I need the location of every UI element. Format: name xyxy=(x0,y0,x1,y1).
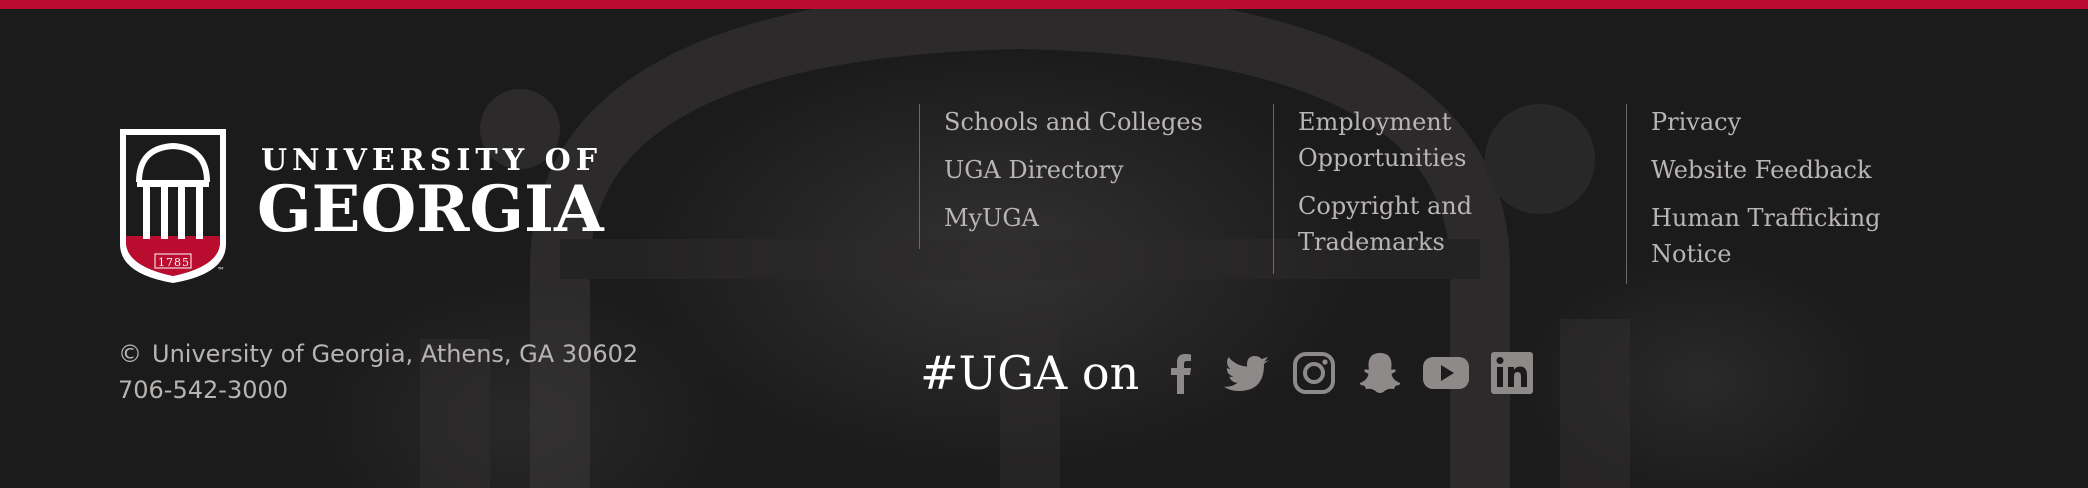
link-myuga[interactable]: MyUGA xyxy=(944,200,1203,236)
footer-links-column-1: Schools and Colleges UGA Directory MyUGA xyxy=(919,104,1203,249)
footer-address: © University of Georgia, Athens, GA 30602… xyxy=(118,336,638,408)
social-links: #UGA on xyxy=(920,338,1553,408)
link-copyright-and-trademarks-label: Copyright and Trademarks xyxy=(1298,192,1473,256)
link-employment-opportunities[interactable]: Employment Opportunities xyxy=(1298,104,1478,176)
footer-links-column-2: Employment Opportunities Copyright and T… xyxy=(1273,104,1478,274)
phone-number: 706-542-3000 xyxy=(118,376,289,404)
snapchat-icon[interactable] xyxy=(1355,348,1405,398)
site-footer: 1785 ™ UNIVERSITY OF GEORGIA © University… xyxy=(0,0,2088,488)
top-accent-bar xyxy=(0,0,2088,9)
link-human-trafficking-notice-label: Human Trafficking Notice xyxy=(1651,204,1881,268)
address-line: University of Georgia, Athens, GA 30602 xyxy=(152,340,639,368)
footer-links-column-3: Privacy Website Feedback Human Trafficki… xyxy=(1626,104,1891,284)
instagram-icon[interactable] xyxy=(1289,348,1339,398)
link-employment-opportunities-label: Employment Opportunities xyxy=(1298,108,1467,172)
youtube-icon[interactable] xyxy=(1421,348,1471,398)
link-privacy[interactable]: Privacy xyxy=(1651,104,1891,140)
facebook-icon[interactable] xyxy=(1157,348,1207,398)
link-uga-directory[interactable]: UGA Directory xyxy=(944,152,1203,188)
link-schools-and-colleges[interactable]: Schools and Colleges xyxy=(944,104,1203,140)
social-label: #UGA on xyxy=(920,346,1140,400)
linkedin-icon[interactable] xyxy=(1487,348,1537,398)
link-website-feedback[interactable]: Website Feedback xyxy=(1651,152,1891,188)
uga-logo-link[interactable]: 1785 ™ UNIVERSITY OF GEORGIA xyxy=(117,126,617,286)
twitter-icon[interactable] xyxy=(1223,348,1273,398)
logo-year: 1785 xyxy=(158,256,190,269)
link-human-trafficking-notice[interactable]: Human Trafficking Notice xyxy=(1651,200,1891,272)
link-copyright-and-trademarks[interactable]: Copyright and Trademarks xyxy=(1298,188,1478,260)
logo-trademark: ™ xyxy=(217,266,225,275)
logo-wordmark-line2: GEORGIA xyxy=(257,172,604,247)
copyright-symbol: © xyxy=(118,340,142,368)
